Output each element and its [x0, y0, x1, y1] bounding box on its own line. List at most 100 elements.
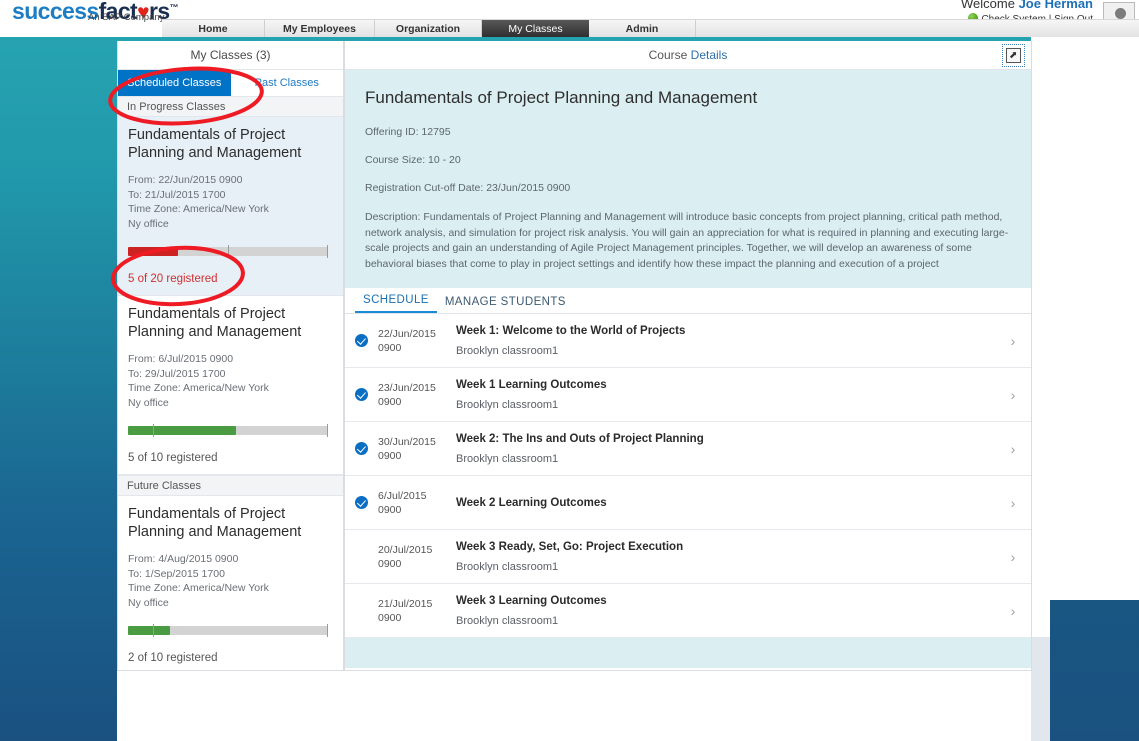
capacity-bar-fill — [128, 426, 236, 435]
class-card-from: From: 6/Jul/2015 0900 — [128, 352, 333, 367]
main-navigation: Home My Employees Organization My Classe… — [162, 19, 1139, 37]
schedule-row[interactable]: 20/Jul/2015 0900 Week 3 Ready, Set, Go: … — [345, 530, 1031, 584]
bottom-white-area — [117, 670, 1031, 741]
schedule-row[interactable]: 30/Jun/2015 0900 Week 2: The Ins and Out… — [345, 422, 1031, 476]
schedule-row-name: Week 3 Ready, Set, Go: Project Execution — [456, 541, 995, 553]
schedule-row-location: Brooklyn classroom1 — [456, 399, 995, 411]
chevron-right-icon[interactable]: › — [995, 441, 1031, 457]
schedule-row-body: Week 3 Ready, Set, Go: Project Execution… — [456, 541, 995, 573]
schedule-row-time: 0900 — [378, 449, 456, 463]
my-classes-panel: My Classes (3) Scheduled Classes Past Cl… — [117, 41, 344, 671]
nav-tab-my-classes[interactable]: My Classes — [482, 20, 589, 37]
schedule-row-datetime: 23/Jun/2015 0900 — [378, 381, 456, 409]
capacity-bar-tick-min — [153, 624, 154, 637]
nav-tab-admin[interactable]: Admin — [589, 20, 696, 37]
schedule-row-name: Week 1 Learning Outcomes — [456, 379, 995, 391]
chevron-right-icon[interactable]: › — [995, 495, 1031, 511]
logo-trademark: ™ — [170, 2, 178, 12]
schedule-row[interactable]: 23/Jun/2015 0900 Week 1 Learning Outcome… — [345, 368, 1031, 422]
schedule-row[interactable]: 21/Jul/2015 0900 Week 3 Learning Outcome… — [345, 584, 1031, 638]
schedule-row-name: Week 2 Learning Outcomes — [456, 497, 995, 509]
tab-schedule[interactable]: SCHEDULE — [355, 294, 437, 313]
schedule-row[interactable]: 22/Jun/2015 0900 Week 1: Welcome to the … — [345, 314, 1031, 368]
check-circle-icon — [355, 496, 368, 509]
schedule-row-name: Week 2: The Ins and Outs of Project Plan… — [456, 433, 995, 445]
completed-status — [345, 442, 378, 455]
class-card-registration: 5 of 20 registered — [128, 273, 333, 285]
schedule-row-date: 23/Jun/2015 — [378, 381, 456, 395]
chevron-right-icon[interactable]: › — [995, 549, 1031, 565]
course-detail-tabs: SCHEDULE MANAGE STUDENTS — [345, 288, 1031, 314]
course-size: Course Size: 10 - 20 — [365, 154, 1011, 166]
schedule-row-location: Brooklyn classroom1 — [456, 615, 995, 627]
tab-manage-students[interactable]: MANAGE STUDENTS — [437, 296, 574, 313]
class-card[interactable]: Fundamentals of Project Planning and Man… — [118, 296, 343, 475]
capacity-bar-tick-max — [327, 424, 328, 437]
expand-arrow-glyph: ⬈ — [1009, 51, 1017, 61]
my-classes-title: My Classes (3) — [118, 41, 343, 70]
section-header-future: Future Classes — [118, 475, 343, 496]
class-card-location: Ny office — [128, 396, 333, 411]
page-title: Fundamentals of Project Planning and Man… — [365, 88, 1011, 108]
check-circle-icon — [355, 442, 368, 455]
schedule-row-time: 0900 — [378, 557, 456, 571]
chevron-right-icon[interactable]: › — [995, 603, 1031, 619]
class-card[interactable]: Fundamentals of Project Planning and Man… — [118, 117, 343, 296]
schedule-row-time: 0900 — [378, 503, 456, 517]
course-details-header: Course Details ⬈ — [345, 41, 1031, 70]
schedule-list: 22/Jun/2015 0900 Week 1: Welcome to the … — [345, 314, 1031, 668]
right-white-area — [1031, 36, 1139, 637]
capacity-bar-tick-min — [153, 424, 154, 437]
schedule-row-date: 30/Jun/2015 — [378, 435, 456, 449]
schedule-row-time: 0900 — [378, 611, 456, 625]
course-details-panel: Course Details ⬈ Fundamentals of Project… — [344, 41, 1032, 671]
class-card-to: To: 1/Sep/2015 1700 — [128, 567, 333, 582]
tab-past-classes[interactable]: Past Classes — [231, 70, 344, 96]
class-card-from: From: 4/Aug/2015 0900 — [128, 552, 333, 567]
schedule-row-location: Brooklyn classroom1 — [456, 345, 995, 357]
schedule-row-datetime: 6/Jul/2015 0900 — [378, 489, 456, 517]
course-details-title-word1: Course — [649, 48, 688, 62]
app-header: successfact♥rs™ An SAP Company Welcome J… — [0, 0, 1139, 37]
section-header-in-progress: In Progress Classes — [118, 96, 343, 117]
nav-tab-organization[interactable]: Organization — [375, 20, 482, 37]
class-card-title: Fundamentals of Project Planning and Man… — [128, 126, 333, 162]
capacity-bar-fill — [128, 626, 170, 635]
schedule-list-footer — [345, 638, 1031, 668]
class-capacity-bar — [128, 246, 328, 257]
schedule-row-body: Week 1 Learning Outcomes Brooklyn classr… — [456, 379, 995, 411]
completed-status — [345, 334, 378, 347]
capacity-bar-fill — [128, 247, 178, 256]
schedule-row-datetime: 20/Jul/2015 0900 — [378, 543, 456, 571]
right-darkblue-area — [1050, 600, 1139, 741]
schedule-row-date: 21/Jul/2015 — [378, 597, 456, 611]
schedule-row-location: Brooklyn classroom1 — [456, 453, 995, 465]
page-root: successfact♥rs™ An SAP Company Welcome J… — [0, 0, 1139, 741]
class-card-location: Ny office — [128, 596, 333, 611]
class-card-timezone: Time Zone: America/New York — [128, 381, 333, 396]
class-card-from: From: 22/Jun/2015 0900 — [128, 173, 333, 188]
schedule-row[interactable]: 6/Jul/2015 0900 Week 2 Learning Outcomes… — [345, 476, 1031, 530]
nav-tab-home[interactable]: Home — [162, 20, 265, 37]
class-card-timezone: Time Zone: America/New York — [128, 581, 333, 596]
expand-icon[interactable]: ⬈ — [1002, 44, 1025, 67]
chevron-right-icon[interactable]: › — [995, 387, 1031, 403]
class-card-timezone: Time Zone: America/New York — [128, 202, 333, 217]
nav-tail — [696, 20, 1139, 37]
course-description: Description: Fundamentals of Project Pla… — [365, 210, 1011, 272]
nav-tab-my-employees[interactable]: My Employees — [265, 20, 375, 37]
capacity-bar-tick-min — [228, 245, 229, 258]
class-card[interactable]: Fundamentals of Project Planning and Man… — [118, 496, 343, 671]
schedule-row-body: Week 1: Welcome to the World of Projects… — [456, 325, 995, 357]
schedule-row-datetime: 30/Jun/2015 0900 — [378, 435, 456, 463]
class-card-title: Fundamentals of Project Planning and Man… — [128, 305, 333, 341]
chevron-right-icon[interactable]: › — [995, 333, 1031, 349]
class-card-location: Ny office — [128, 217, 333, 232]
schedule-row-date: 22/Jun/2015 — [378, 327, 456, 341]
check-circle-icon — [355, 388, 368, 401]
completed-status — [345, 496, 378, 509]
expand-icon-frame: ⬈ — [1006, 48, 1021, 63]
registration-cutoff: Registration Cut-off Date: 23/Jun/2015 0… — [365, 182, 1011, 194]
completed-status — [345, 388, 378, 401]
tab-scheduled-classes[interactable]: Scheduled Classes — [118, 70, 231, 96]
